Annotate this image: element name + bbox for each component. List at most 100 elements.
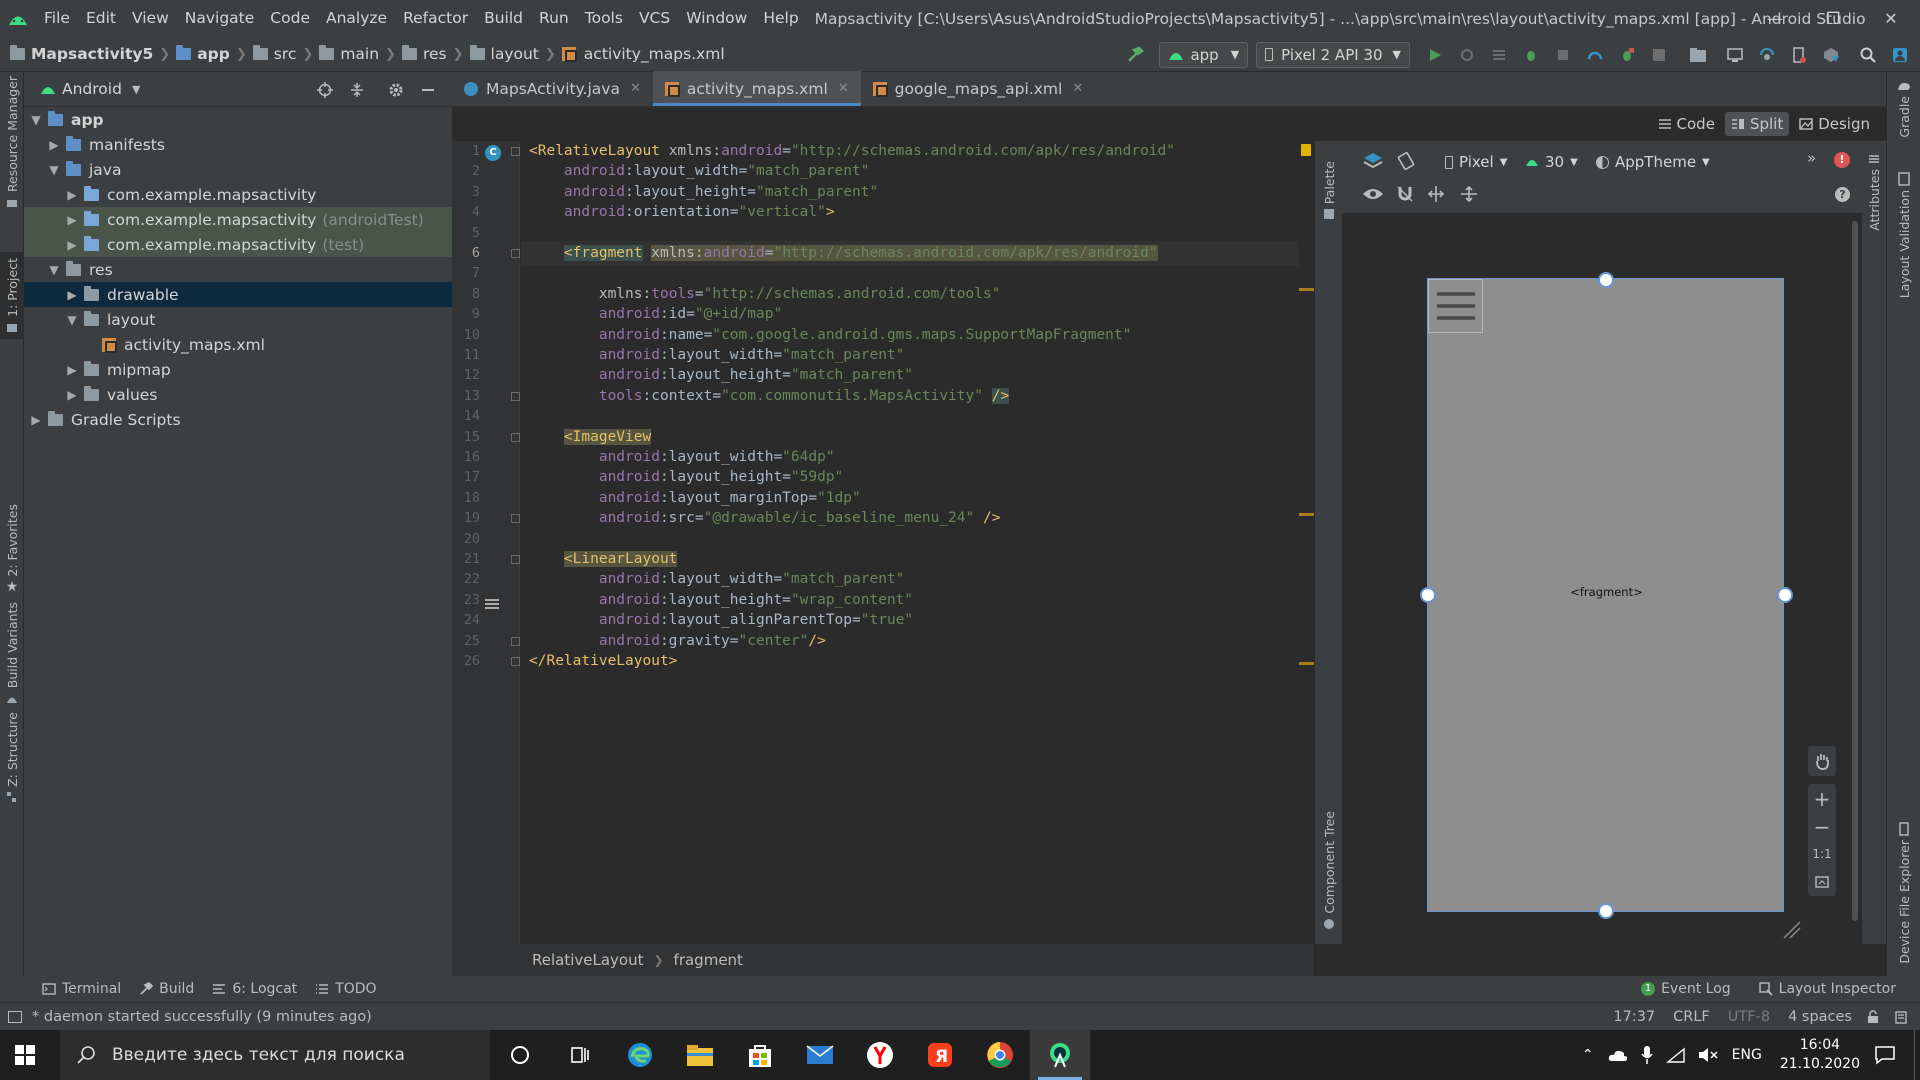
tab-activity-maps-xml[interactable]: activity_maps.xml ✕	[652, 71, 861, 106]
code-view-button[interactable]: Code	[1652, 112, 1721, 136]
menu-analyze[interactable]: Analyze	[318, 0, 395, 37]
line-number[interactable]: 8	[452, 286, 480, 302]
run-config-select[interactable]: app ▼	[1159, 41, 1249, 68]
close-tab-icon[interactable]: ✕	[630, 81, 641, 96]
breadcrumb-project[interactable]: Mapsactivity5 ❯	[10, 45, 176, 63]
android-studio-taskbar-icon[interactable]	[1030, 1030, 1090, 1080]
terminal-tab[interactable]: Terminal	[42, 981, 121, 997]
line-number[interactable]: 13	[452, 388, 480, 404]
tree-item-activity-maps-xml[interactable]: activity_maps.xml	[24, 332, 452, 357]
pack-horizontal-icon[interactable]	[1427, 185, 1445, 203]
line-number[interactable]: 18	[452, 490, 480, 506]
menu-edit[interactable]: Edit	[78, 0, 124, 37]
collapsed-arrow-icon[interactable]: ▶	[28, 413, 44, 427]
menu-vcs[interactable]: VCS	[631, 0, 678, 37]
palette-tab[interactable]: Palette	[1315, 161, 1343, 220]
breadcrumb-app[interactable]: app ❯	[176, 45, 253, 63]
logcat-tab[interactable]: 6: Logcat	[212, 981, 297, 997]
chrome-icon[interactable]	[970, 1030, 1030, 1080]
yandex-browser-icon[interactable]: Я	[910, 1030, 970, 1080]
tool-windows-toggle-icon[interactable]	[8, 1010, 22, 1023]
preview-scrollbar[interactable]	[1852, 221, 1858, 921]
tree-item-com-example-mapsactivity-test[interactable]: ▶ com.example.mapsactivity (test)	[24, 232, 452, 257]
expanded-arrow-icon[interactable]: ▼	[46, 263, 62, 277]
fold-marker-icon[interactable]	[511, 514, 520, 524]
resource-manager-tab[interactable]: Resource Manager	[0, 76, 24, 208]
collapsed-arrow-icon[interactable]: ▶	[64, 363, 80, 377]
close-tab-icon[interactable]: ✕	[1072, 81, 1083, 96]
line-number[interactable]: 3	[452, 184, 480, 200]
attach-debugger-icon[interactable]	[1614, 42, 1640, 68]
layout-inspector-tab[interactable]: Layout Inspector	[1758, 981, 1896, 997]
minimize-icon[interactable]: —	[1746, 0, 1804, 37]
notifications-icon[interactable]	[1874, 1045, 1896, 1065]
collapsed-arrow-icon[interactable]: ▶	[46, 138, 62, 152]
device-preview-select[interactable]: Pixel ▼	[1437, 149, 1515, 175]
search-everywhere-icon[interactable]	[1855, 42, 1881, 68]
resize-handle-bottom[interactable]	[1598, 903, 1614, 919]
windows-start-icon[interactable]	[0, 1030, 50, 1080]
line-number[interactable]: 5	[452, 225, 480, 241]
gradle-tab[interactable]: Gradle	[1892, 80, 1916, 138]
zoom-actual-size-button[interactable]: 1:1	[1808, 840, 1836, 868]
breadcrumb-main[interactable]: main ❯	[319, 45, 402, 63]
fold-marker-icon[interactable]	[511, 432, 520, 442]
imageview-preview[interactable]	[1428, 279, 1483, 333]
show-desktop-button[interactable]	[1914, 1030, 1920, 1080]
attributes-tab[interactable]: Attributes	[1862, 153, 1886, 231]
orientation-icon[interactable]	[1396, 151, 1416, 171]
collapsed-arrow-icon[interactable]: ▶	[64, 238, 80, 252]
code-editor[interactable]: <RelativeLayout xmlns:android="http://sc…	[521, 141, 1314, 944]
apply-code-changes-icon[interactable]	[1486, 42, 1512, 68]
input-language[interactable]: ENG	[1732, 1047, 1762, 1063]
warning-marker[interactable]	[1299, 513, 1314, 516]
file-explorer-icon[interactable]	[670, 1030, 730, 1080]
line-number[interactable]: 9	[452, 306, 480, 322]
tree-item-values[interactable]: ▶ values	[24, 382, 452, 407]
close-icon[interactable]: ✕	[1862, 0, 1920, 37]
device-file-explorer-tab[interactable]: Device File Explorer	[1892, 822, 1916, 964]
restore-icon[interactable]: ❐	[1804, 0, 1862, 37]
stop-icon[interactable]	[1646, 42, 1672, 68]
line-number[interactable]: 6	[452, 245, 480, 261]
line-number[interactable]: 1	[452, 143, 480, 159]
expanded-arrow-icon[interactable]: ▼	[28, 113, 44, 127]
status-message[interactable]: * daemon started successfully (9 minutes…	[32, 1009, 372, 1025]
line-number[interactable]: 21	[452, 551, 480, 567]
line-number[interactable]: 14	[452, 408, 480, 424]
expanded-arrow-icon[interactable]: ▼	[64, 313, 80, 327]
layers-icon[interactable]	[1362, 151, 1384, 171]
line-number[interactable]: 7	[452, 265, 480, 281]
sdk-manager-icon[interactable]	[1818, 42, 1844, 68]
collapsed-arrow-icon[interactable]: ▶	[64, 288, 80, 302]
menu-window[interactable]: Window	[678, 0, 755, 37]
collapsed-arrow-icon[interactable]: ▶	[64, 388, 80, 402]
menu-navigate[interactable]: Navigate	[177, 0, 263, 37]
project-view-select[interactable]: Android	[62, 80, 122, 98]
yandex-icon[interactable]	[850, 1030, 910, 1080]
tree-item-com-example-mapsactivity-androidtest[interactable]: ▶ com.example.mapsactivity (androidTest)	[24, 207, 452, 232]
todo-tab[interactable]: TODO	[315, 981, 377, 997]
fold-marker-icon[interactable]	[511, 555, 520, 564]
menu-code[interactable]: Code	[262, 0, 318, 37]
tree-item-drawable[interactable]: ▶ drawable	[24, 282, 452, 307]
hammer-build-icon[interactable]	[1122, 42, 1148, 68]
onedrive-cloud-icon[interactable]	[1608, 1048, 1628, 1062]
menu-refactor[interactable]: Refactor	[395, 0, 476, 37]
line-number[interactable]: 16	[452, 449, 480, 465]
drawable-menu-gutter-icon[interactable]	[485, 599, 499, 609]
line-number[interactable]: 15	[452, 429, 480, 445]
build-tab[interactable]: Build	[139, 981, 194, 997]
apply-changes-icon[interactable]	[1454, 42, 1480, 68]
zoom-out-icon[interactable]: −	[1808, 814, 1836, 840]
tree-item-gradle-scripts[interactable]: ▶ Gradle Scripts	[24, 407, 452, 432]
warning-marker[interactable]	[1299, 288, 1314, 291]
project-structure-icon[interactable]	[1685, 42, 1711, 68]
line-number[interactable]: 22	[452, 571, 480, 587]
tree-item-manifests[interactable]: ▶ manifests	[24, 132, 452, 157]
resize-handle-top[interactable]	[1598, 272, 1614, 288]
menu-file[interactable]: File	[36, 0, 78, 37]
fold-marker-icon[interactable]	[511, 636, 520, 646]
collapsed-arrow-icon[interactable]: ▶	[64, 213, 80, 227]
tab-google-maps-api-xml[interactable]: google_maps_api.xml ✕	[861, 71, 1096, 106]
